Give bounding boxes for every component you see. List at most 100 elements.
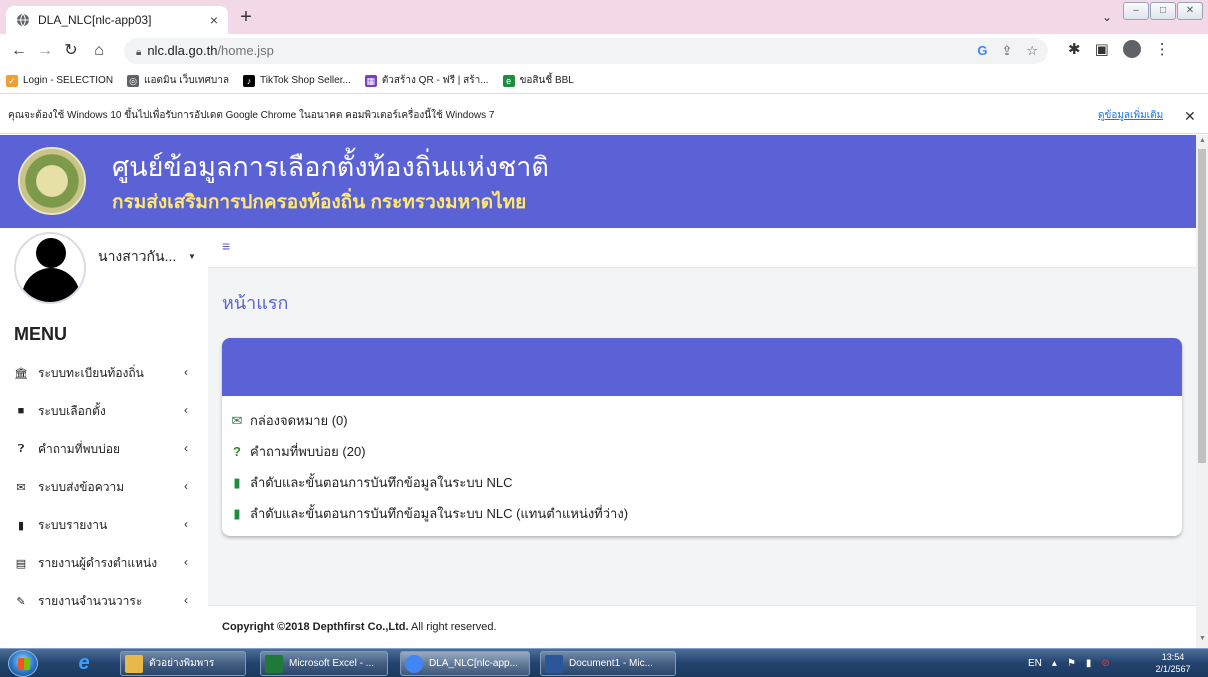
info-bar-message: คุณจะต้องใช้ Windows 10 ขึ้นไปเพื่อรับกา… xyxy=(8,110,495,121)
volume-muted-icon[interactable]: ⊘ xyxy=(1101,658,1109,669)
taskbar-item-chrome[interactable]: DLA_NLC[nlc-app... xyxy=(400,651,530,676)
bookmark-item[interactable]: ✓ Login - SELECTION xyxy=(6,74,113,87)
rights-text: All right reserved. xyxy=(408,621,497,633)
clock-time: 13:54 xyxy=(1161,652,1185,662)
tiktok-icon: ♪ xyxy=(243,74,256,87)
tab-close-button[interactable]: × xyxy=(210,12,218,28)
home-icon[interactable]: ⌂ xyxy=(88,40,110,62)
screen: DLA_NLC[nlc-app03] × + ⌄ ‒ □ ✕ ← → ↻ ⌂ 🔒… xyxy=(0,0,1208,677)
chrome-icon xyxy=(405,654,423,673)
tab-title: DLA_NLC[nlc-app03] xyxy=(38,13,152,27)
menu-title: MENU xyxy=(14,324,67,344)
bookmark-star-icon[interactable]: ☆ xyxy=(1026,38,1038,64)
menu-item-label: รายงานจำนวนวาระ xyxy=(38,593,143,608)
menu-item-local-registry[interactable]: 🏛︎ ระบบทะเบียนท้องถิ่น ‹ xyxy=(0,354,208,392)
chevron-left-icon: ‹ xyxy=(184,441,188,455)
tab-search-icon[interactable]: ⌄ xyxy=(1098,10,1116,28)
bookmark-item[interactable]: ▦ ตัวสร้าง QR - ฟรี | สร้า... xyxy=(364,73,489,88)
qr-icon: ▦ xyxy=(364,74,377,87)
link-faq[interactable]: ? คำถามที่พบบ่อย (20) xyxy=(230,436,1182,467)
caret-down-icon[interactable]: ▼ xyxy=(188,252,196,261)
site-header: ศูนย์ข้อมูลการเลือกตั้งท้องถิ่นแห่งชาติ … xyxy=(0,135,1196,228)
back-icon[interactable]: ← xyxy=(8,40,30,62)
envelope-icon: ✉ xyxy=(16,481,26,494)
start-button[interactable] xyxy=(8,650,38,677)
menu-item-label: ระบบส่งข้อความ xyxy=(38,479,125,494)
tab-strip: DLA_NLC[nlc-app03] × + ⌄ ‒ □ ✕ xyxy=(0,0,1208,34)
menu-item-messaging[interactable]: ✉ ระบบส่งข้อความ ‹ xyxy=(0,468,208,506)
menu-kebab-icon[interactable]: ⋮ xyxy=(1155,40,1170,58)
menu-list: 🏛︎ ระบบทะเบียนท้องถิ่น ‹ ■ ระบบเลือกตั้ง ‹ ❓… xyxy=(0,354,208,620)
chevron-left-icon: ‹ xyxy=(184,517,188,531)
learn-more-link[interactable]: ดูข้อมูลเพิ่มเติม xyxy=(1098,98,1163,134)
site-subtitle: กรมส่งเสริมการปกครองท้องถิ่น กระทรวงมหาด… xyxy=(112,192,527,213)
flag-icon[interactable]: ⚑ xyxy=(1067,658,1076,669)
address-bar[interactable]: 🔒︎ nlc.dla.go.th/home.jsp G ⇪ ☆ xyxy=(124,38,1048,64)
book-icon: ▮ xyxy=(233,505,241,521)
menu-item-officeholders[interactable]: ▤ รายงานผู้ดำรงตำแหน่ง ‹ xyxy=(0,544,208,582)
edit-icon: ✎ xyxy=(16,595,26,608)
forward-icon[interactable]: → xyxy=(34,40,56,62)
bank-icon: 🏛︎ xyxy=(14,367,28,380)
page-scrollbar[interactable]: ▲ ▼ xyxy=(1196,135,1208,648)
user-name[interactable]: นางสาวกัน... xyxy=(98,246,176,268)
chevron-left-icon: ‹ xyxy=(184,365,188,379)
scroll-up-icon[interactable]: ▲ xyxy=(1199,137,1206,144)
sidebar: นางสาวกัน... ▼ MENU 🏛︎ ระบบทะเบียนท้องถิ่… xyxy=(0,228,208,648)
menu-item-election[interactable]: ■ ระบบเลือกตั้ง ‹ xyxy=(0,392,208,430)
web-page: ศูนย์ข้อมูลการเลือกตั้งท้องถิ่นแห่งชาติ … xyxy=(0,135,1196,648)
home-card: ✉ กล่องจดหมาย (0) ? คำถามที่พบบ่อย (20) ▮ ล… xyxy=(222,338,1182,536)
taskbar-item-folder[interactable]: ตัวอย่างพิมพาร xyxy=(120,651,246,676)
tray-expand-icon[interactable]: ▴ xyxy=(1052,658,1057,669)
tab-active[interactable]: DLA_NLC[nlc-app03] × xyxy=(6,6,228,34)
extensions-icon[interactable]: ✱ xyxy=(1068,40,1081,58)
bookmark-item[interactable]: e ขอสินชี้ BBL xyxy=(502,73,574,88)
link-nlc-guide[interactable]: ▮ ลำดับและขั้นตอนการบันทึกข้อมูลในระบบ NL… xyxy=(230,467,1182,498)
browser-toolbar: ← → ↻ ⌂ 🔒︎ nlc.dla.go.th/home.jsp G ⇪ ☆ ✱… xyxy=(0,34,1208,68)
maximize-button[interactable]: □ xyxy=(1150,2,1176,20)
menu-item-label: คำถามที่พบบ่อย xyxy=(38,441,120,456)
chevron-left-icon: ‹ xyxy=(184,479,188,493)
windows-taskbar: e ตัวอย่างพิมพาร Microsoft Excel - ... D… xyxy=(0,648,1208,677)
bookmarks-bar: ✓ Login - SELECTION ◎ แอดมิน เว็บเทศบาล ♪ T… xyxy=(0,68,1208,94)
question-icon: ? xyxy=(233,444,241,459)
hamburger-icon[interactable]: ≡ xyxy=(222,238,230,254)
close-window-button[interactable]: ✕ xyxy=(1177,2,1203,20)
new-tab-button[interactable]: + xyxy=(234,6,258,30)
clock[interactable]: 13:54 2/1/2567 xyxy=(1148,651,1198,675)
question-circle-icon: ❓︎ xyxy=(17,442,25,455)
chrome-info-bar: คุณจะต้องใช้ Windows 10 ขึ้นไปเพื่อรับกา… xyxy=(0,98,1208,134)
menu-item-label: ระบบทะเบียนท้องถิ่น xyxy=(38,365,144,380)
info-bar-close-icon[interactable]: ✕ xyxy=(1184,98,1196,134)
language-indicator[interactable]: EN xyxy=(1028,658,1042,669)
bookmark-item[interactable]: ◎ แอดมิน เว็บเทศบาล xyxy=(127,73,229,88)
menu-item-label: ระบบเลือกตั้ง xyxy=(38,403,106,418)
internet-explorer-icon[interactable]: e xyxy=(72,652,96,674)
footer: Copyright ©2018 Depthfirst Co.,Ltd. All … xyxy=(208,605,1196,648)
scroll-down-icon[interactable]: ▼ xyxy=(1199,635,1206,642)
scrollbar-thumb[interactable] xyxy=(1198,149,1206,463)
taskbar-item-excel[interactable]: Microsoft Excel - ... xyxy=(260,651,388,676)
bookmark-item[interactable]: ♪ TikTok Shop Seller... xyxy=(243,74,351,87)
side-panel-icon[interactable]: ▣ xyxy=(1095,40,1109,58)
system-tray: EN ▴ ⚑ ▮ ⊘ xyxy=(1028,649,1110,677)
menu-item-terms[interactable]: ✎ รายงานจำนวนวาระ ‹ xyxy=(0,582,208,620)
menu-item-faq[interactable]: ❓︎ คำถามที่พบบ่อย ‹ xyxy=(0,430,208,468)
file-text-icon: ▤ xyxy=(15,557,27,570)
lock-icon: 🔒︎ xyxy=(136,47,142,58)
taskbar-item-word[interactable]: Document1 - Mic... xyxy=(540,651,676,676)
google-lens-icon[interactable]: G xyxy=(977,38,987,64)
folder-icon xyxy=(125,654,143,673)
profile-icon[interactable] xyxy=(1122,40,1141,58)
link-nlc-guide-vacancy[interactable]: ▮ ลำดับและขั้นตอนการบันทึกข้อมูลในระบบ NL… xyxy=(230,498,1182,529)
word-icon xyxy=(545,654,563,673)
excel-icon xyxy=(265,654,283,673)
clock-date: 2/1/2567 xyxy=(1155,664,1191,674)
menu-item-reports[interactable]: ▮ ระบบรายงาน ‹ xyxy=(0,506,208,544)
reload-icon[interactable]: ↻ xyxy=(60,40,82,62)
minimize-button[interactable]: ‒ xyxy=(1123,2,1149,20)
globe-icon xyxy=(17,13,29,27)
network-icon[interactable]: ▮ xyxy=(1086,658,1092,669)
share-icon[interactable]: ⇪ xyxy=(1001,38,1012,64)
link-inbox[interactable]: ✉ กล่องจดหมาย (0) xyxy=(230,405,1182,436)
